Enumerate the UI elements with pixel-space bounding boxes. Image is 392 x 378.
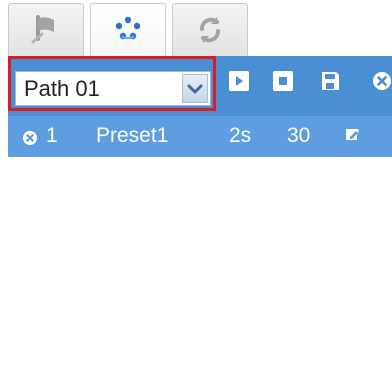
path-select-value: Path 01 [24, 76, 100, 101]
close-icon[interactable] [22, 128, 38, 145]
stop-icon [272, 70, 294, 97]
tab-bar [0, 0, 392, 56]
save-button[interactable] [319, 70, 341, 97]
close-icon [371, 70, 392, 97]
ptz-path-panel: Path 01 1 Preset1 2s 30 [0, 0, 392, 378]
path-select[interactable]: Path 01 [15, 71, 211, 106]
delete-path-button[interactable] [371, 70, 392, 97]
flag-icon [27, 12, 65, 48]
path-point-list-area [8, 157, 392, 378]
play-icon [228, 70, 250, 97]
refresh-icon [190, 12, 230, 48]
row-speed: 30 [287, 124, 311, 147]
path-toolbar: Path 01 [8, 56, 392, 116]
tab-patrol[interactable] [90, 3, 166, 56]
dots-icon [108, 12, 148, 48]
save-icon [319, 70, 341, 97]
tab-preset[interactable] [8, 3, 84, 56]
row-duration: 2s [229, 124, 252, 147]
edit-icon[interactable] [345, 124, 360, 140]
chevron-down-icon[interactable] [182, 74, 208, 103]
row-preset: Preset1 [96, 124, 169, 147]
table-row: 1 Preset1 2s 30 [8, 116, 392, 157]
play-button[interactable] [228, 70, 250, 97]
path-select-highlight: Path 01 [8, 56, 216, 111]
row-index: 1 [46, 124, 58, 147]
stop-button[interactable] [272, 70, 294, 97]
tab-pattern[interactable] [172, 3, 248, 56]
